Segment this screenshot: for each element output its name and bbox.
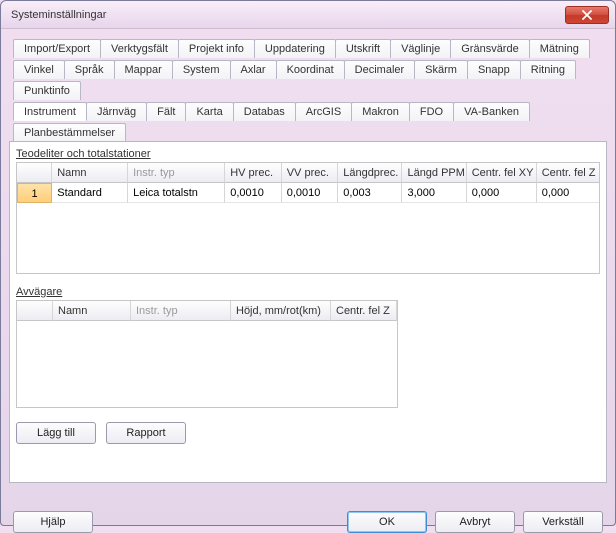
close-icon	[582, 10, 592, 20]
tab-instrument[interactable]: Instrument	[13, 102, 87, 121]
t1-cell[interactable]: 3,000	[402, 183, 466, 203]
table-avvagare[interactable]: NamnInstr. typHöjd, mm/rot(km)Centr. fel…	[16, 300, 398, 408]
t1-header-1: Namn	[52, 163, 128, 183]
group-avvagare-label: Avvägare	[16, 286, 600, 298]
t1-header-4: VV prec.	[282, 163, 339, 183]
apply-button[interactable]: Verkställ	[523, 511, 603, 533]
tab-vinkel[interactable]: Vinkel	[13, 60, 65, 79]
tab-ritning[interactable]: Ritning	[520, 60, 576, 79]
report-button[interactable]: Rapport	[106, 422, 186, 444]
tab-decimaler[interactable]: Decimaler	[344, 60, 416, 79]
tab-axlar[interactable]: Axlar	[230, 60, 277, 79]
tab-f-lt[interactable]: Fält	[146, 102, 186, 121]
table-row[interactable]: 1StandardLeica totalstn0,00100,00100,003…	[17, 183, 599, 203]
t1-header-6: Längd PPM	[402, 163, 466, 183]
t1-cell[interactable]: 0,003	[338, 183, 402, 203]
tab-karta[interactable]: Karta	[185, 102, 233, 121]
tab-m-tning[interactable]: Mätning	[529, 39, 590, 58]
t1-cell[interactable]: 1	[17, 183, 52, 203]
tab-v-glinje[interactable]: Väglinje	[390, 39, 451, 58]
tab-punktinfo[interactable]: Punktinfo	[13, 81, 81, 100]
help-button[interactable]: Hjälp	[13, 511, 93, 533]
tab-projekt-info[interactable]: Projekt info	[178, 39, 255, 58]
close-button[interactable]	[565, 6, 609, 24]
titlebar: Systeminställningar	[1, 1, 615, 29]
t1-cell[interactable]: 0,0010	[282, 183, 339, 203]
t2-header-0	[17, 301, 53, 321]
t2-header-2: Instr. typ	[131, 301, 231, 321]
t1-cell[interactable]: 0,0010	[225, 183, 282, 203]
t2-header-4: Centr. fel Z	[331, 301, 397, 321]
t1-header-5: Längdprec.	[338, 163, 402, 183]
tab-gr-nsv-rde[interactable]: Gränsvärde	[450, 39, 529, 58]
cancel-button[interactable]: Avbryt	[435, 511, 515, 533]
t1-cell[interactable]: Standard	[52, 183, 128, 203]
tab-va-banken[interactable]: VA-Banken	[453, 102, 530, 121]
tab-panel-instrument: Teodeliter och totalstationer NamnInstr.…	[9, 141, 607, 483]
ok-button[interactable]: OK	[347, 511, 427, 533]
tab-snapp[interactable]: Snapp	[467, 60, 521, 79]
tab-import-export[interactable]: Import/Export	[13, 39, 101, 58]
t1-cell[interactable]: 0,000	[467, 183, 537, 203]
tab-j-rnv-g[interactable]: Järnväg	[86, 102, 147, 121]
t2-header-1: Namn	[53, 301, 131, 321]
panel-button-row: Lägg till Rapport	[16, 422, 600, 444]
t1-header-0	[17, 163, 52, 183]
t1-header-8: Centr. fel Z	[537, 163, 599, 183]
tab-makron[interactable]: Makron	[351, 102, 410, 121]
tab-arcgis[interactable]: ArcGIS	[295, 102, 352, 121]
tab-mappar[interactable]: Mappar	[114, 60, 173, 79]
tab-uppdatering[interactable]: Uppdatering	[254, 39, 336, 58]
t1-cell[interactable]: 0,000	[537, 183, 599, 203]
t1-header-3: HV prec.	[225, 163, 282, 183]
tab-verktygsf-lt[interactable]: Verktygsfält	[100, 39, 179, 58]
add-button[interactable]: Lägg till	[16, 422, 96, 444]
t2-header-3: Höjd, mm/rot(km)	[231, 301, 331, 321]
tab-databas[interactable]: Databas	[233, 102, 296, 121]
tab-fdo[interactable]: FDO	[409, 102, 454, 121]
tab-spr-k[interactable]: Språk	[64, 60, 115, 79]
t1-cell[interactable]: Leica totalstn	[128, 183, 225, 203]
group-teodeliter-label: Teodeliter och totalstationer	[16, 148, 600, 160]
tab-utskrift[interactable]: Utskrift	[335, 39, 391, 58]
tab-planbest-mmelser[interactable]: Planbestämmelser	[13, 123, 126, 142]
window-title: Systeminställningar	[11, 9, 106, 21]
table-teodeliter[interactable]: NamnInstr. typHV prec.VV prec.Längdprec.…	[16, 162, 600, 274]
t1-header-7: Centr. fel XY	[467, 163, 537, 183]
tab-system[interactable]: System	[172, 60, 231, 79]
tab-strip: Import/ExportVerktygsfältProjekt infoUpp…	[9, 37, 607, 142]
tab-koordinat[interactable]: Koordinat	[276, 60, 345, 79]
t1-header-2: Instr. typ	[128, 163, 225, 183]
tab-sk-rm[interactable]: Skärm	[414, 60, 468, 79]
dialog-body: Import/ExportVerktygsfältProjekt infoUpp…	[1, 29, 615, 525]
